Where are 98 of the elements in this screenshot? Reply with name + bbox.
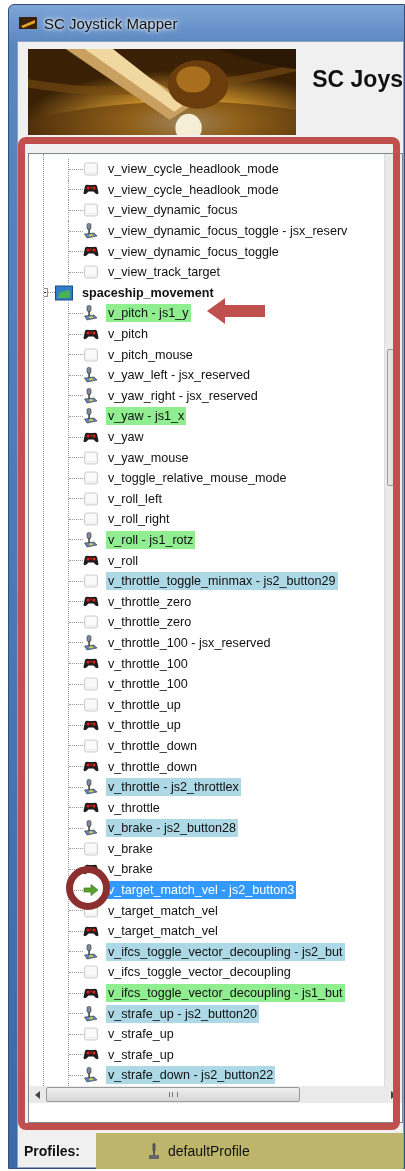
- tree-item[interactable]: v_view_cycle_headlook_mode: [106, 160, 281, 179]
- key-icon: [83, 573, 99, 590]
- tree-item[interactable]: v_strafe_down - js2_button22: [106, 1066, 276, 1085]
- tree-item[interactable]: v_view_dynamic_focus_toggle: [106, 242, 281, 261]
- tree-group[interactable]: spaceship_movement: [80, 283, 216, 302]
- scroll-left-icon[interactable]: [35, 1090, 40, 1099]
- tree-item[interactable]: v_toggle_relative_mouse_mode: [106, 469, 289, 488]
- tree-item[interactable]: v_strafe_up: [106, 1045, 176, 1064]
- joystick-icon: [83, 943, 99, 960]
- gamepad-icon: [83, 925, 99, 937]
- window-title: SC Joystick Mapper: [44, 14, 178, 32]
- tree-item[interactable]: v_throttle_toggle_minmax - js2_button29: [106, 572, 338, 591]
- gamepad-icon: [83, 719, 99, 731]
- scroll-right-icon[interactable]: [391, 1090, 396, 1099]
- tree-item[interactable]: v_yaw - js1_x: [106, 407, 187, 426]
- tree-item[interactable]: v_view_dynamic_focus_toggle - jsx_reserv: [106, 222, 350, 241]
- annotation-arrow: [207, 298, 265, 324]
- key-icon: [83, 264, 99, 281]
- tree-item[interactable]: v_yaw_mouse: [106, 448, 191, 467]
- tree-item[interactable]: v_throttle_zero: [106, 592, 194, 611]
- key-icon: [83, 449, 99, 466]
- tree-item[interactable]: v_roll - js1_rotz: [106, 531, 196, 549]
- tree-item[interactable]: v_brake: [106, 860, 155, 879]
- tree-item[interactable]: v_strafe_up - js2_button20: [106, 1004, 260, 1023]
- profiles-label: Profiles:: [23, 1142, 81, 1161]
- tree-item[interactable]: v_ifcs_toggle_vector_decoupling: [106, 963, 293, 982]
- gamepad-icon: [83, 328, 99, 340]
- joystick-icon: [83, 408, 99, 425]
- tree-item[interactable]: v_roll_right: [106, 510, 172, 529]
- gamepad-icon: [83, 246, 99, 258]
- gamepad-icon: [83, 1049, 99, 1061]
- key-icon: [83, 346, 99, 363]
- tree-item[interactable]: v_throttle_100: [106, 654, 190, 673]
- key-icon: [83, 470, 99, 487]
- tree-item[interactable]: v_yaw_left - jsx_reserved: [106, 366, 253, 385]
- key-icon: [83, 161, 99, 178]
- tree-item[interactable]: v_ifcs_toggle_vector_decoupling - js1_but: [106, 984, 345, 1003]
- tree-item[interactable]: v_view_cycle_headlook_mode: [106, 180, 281, 199]
- profile-dropdown[interactable]: defaultProfile: [96, 1133, 403, 1169]
- tree-item[interactable]: v_throttle_down: [106, 736, 199, 755]
- tree-item[interactable]: v_throttle_up: [106, 695, 183, 714]
- app-heading: SC Joys: [312, 66, 403, 93]
- key-icon: [83, 840, 99, 857]
- key-icon: [83, 964, 99, 981]
- tree-item[interactable]: v_yaw: [106, 428, 146, 446]
- joystick-icon: [83, 1067, 99, 1084]
- joystick-icon: [83, 779, 99, 796]
- tree-item[interactable]: v_yaw_right - jsx_reserved: [106, 386, 260, 405]
- annotation-circle: [66, 866, 110, 910]
- joystick-icon: [83, 223, 99, 240]
- tree-item[interactable]: v_roll: [106, 551, 141, 570]
- tree-item[interactable]: v_roll_left: [106, 489, 164, 508]
- joystick-icon: [83, 367, 99, 384]
- tree-item[interactable]: v_pitch_mouse: [106, 345, 195, 364]
- gamepad-icon: [83, 761, 99, 772]
- joystick-icon: [83, 820, 99, 837]
- tree-item[interactable]: v_throttle_up: [106, 716, 183, 735]
- tree-item[interactable]: v_throttle_down: [106, 757, 199, 776]
- key-icon: [83, 1026, 99, 1043]
- gamepad-icon: [83, 431, 99, 443]
- gamepad-icon: [83, 555, 99, 567]
- tree-item[interactable]: v_throttle: [106, 798, 162, 817]
- joystick-icon: [83, 387, 99, 404]
- key-icon: [83, 490, 99, 507]
- tree-item[interactable]: v_pitch - js1_y: [106, 304, 191, 323]
- joystick-icon: [83, 305, 99, 322]
- right-arrow-icon: [83, 882, 99, 899]
- tree-item[interactable]: v_throttle_zero: [106, 613, 194, 632]
- key-icon: [83, 202, 99, 219]
- tree-item[interactable]: v_pitch: [106, 325, 150, 344]
- key-icon: [83, 737, 99, 754]
- tree-item[interactable]: v_brake: [106, 839, 155, 858]
- gamepad-icon: [83, 184, 99, 196]
- gamepad-icon: [83, 596, 99, 608]
- key-icon: [83, 614, 99, 631]
- map-icon: [55, 284, 73, 301]
- joystick-icon: [148, 1142, 160, 1160]
- tree-item[interactable]: v_throttle_100: [106, 675, 190, 694]
- horizontal-scrollbar[interactable]: [29, 1086, 402, 1103]
- gamepad-icon: [83, 802, 99, 814]
- gamepad-icon: [83, 658, 99, 670]
- tree-item[interactable]: v_ifcs_toggle_vector_decoupling - js2_but: [106, 942, 345, 961]
- tree-item[interactable]: v_strafe_up: [106, 1025, 176, 1044]
- key-icon: [83, 511, 99, 528]
- app-icon: [19, 17, 37, 29]
- tree-item[interactable]: v_target_match_vel: [106, 922, 220, 941]
- tree-item[interactable]: v_brake - js2_button28: [106, 819, 239, 838]
- tree-item[interactable]: v_view_dynamic_focus: [106, 201, 240, 220]
- key-icon: [83, 696, 99, 713]
- key-icon: [83, 676, 99, 693]
- gamepad-icon: [83, 987, 99, 999]
- tree-item[interactable]: v_target_match_vel: [106, 901, 220, 920]
- joystick-icon: [83, 532, 99, 548]
- tree-item[interactable]: v_view_track_target: [106, 263, 222, 282]
- tree-item[interactable]: v_throttle_100 - jsx_reserved: [106, 633, 273, 652]
- tree-item[interactable]: v_throttle - js2_throttlex: [106, 778, 241, 797]
- joystick-icon: [83, 1005, 99, 1022]
- joystick-icon: [83, 634, 99, 651]
